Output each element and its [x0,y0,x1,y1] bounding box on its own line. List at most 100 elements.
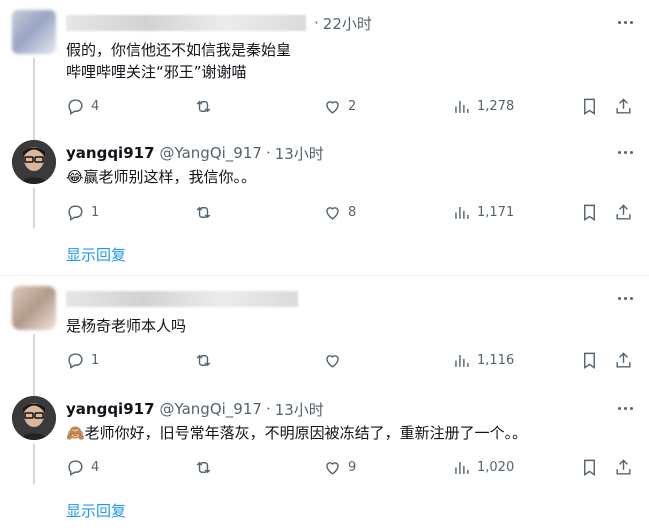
repost-button[interactable] [194,455,219,479]
like-button[interactable]: 8 [323,200,356,224]
separator-dot: · [314,14,319,32]
like-count: 8 [348,204,357,220]
repost-icon [196,206,211,218]
tweet-text: 是杨奇老师本人吗 [66,317,187,335]
tweet-header: yangqi917 @YangQi_917 · 13小时 [66,142,324,164]
tweet-text-line: 假的，你信他还不如信我是秦始皇 [66,41,292,59]
like-button[interactable] [323,348,348,372]
share-icon [616,351,631,368]
more-icon[interactable] [615,398,635,418]
timestamp[interactable]: 22小时 [323,13,372,34]
views-icon [455,206,469,219]
share-icon [616,203,631,220]
reply-count: 4 [91,459,100,475]
tweet-text-line: 哔哩哔哩关注“邪王”谢谢喵 [66,63,247,81]
bookmark-button[interactable] [580,455,599,479]
action-bar: 1 8 1,171 [60,200,640,224]
like-count: 2 [348,98,357,114]
bookmark-icon [584,98,595,115]
tweet-header: yangqi917 @YangQi_917 · 13小时 [66,398,324,420]
views-button[interactable]: 1,020 [452,455,514,479]
like-button[interactable]: 2 [323,94,356,118]
thread-line [33,188,35,228]
action-bar: 1 1,116 [60,348,640,372]
tweet-header: · 22小时 [66,12,372,34]
share-button[interactable] [614,455,633,479]
reply-count: 1 [91,204,100,220]
thread-line [33,444,35,484]
like-icon [326,461,339,475]
separator-dot: · [265,144,271,162]
like-count: 9 [348,459,357,475]
views-button[interactable]: 1,171 [452,200,514,224]
repost-button[interactable] [194,348,219,372]
tweet-text: 😂赢老师别这样，我信你。。 [66,168,257,186]
handle[interactable]: @YangQi_917 [160,400,262,418]
views-count: 1,278 [477,98,515,114]
reply-icon [68,98,83,115]
timestamp[interactable]: 13小时 [275,143,324,164]
repost-button[interactable] [194,94,219,118]
more-icon[interactable] [615,288,635,308]
like-icon [326,354,339,368]
thread-line [33,58,35,140]
repost-icon [196,461,211,473]
avatar[interactable] [12,10,56,54]
more-icon[interactable] [615,142,635,162]
bookmark-icon [584,204,595,221]
tweet-header [66,288,302,310]
views-count: 1,020 [477,459,515,475]
repost-button[interactable] [194,200,219,224]
views-button[interactable]: 1,278 [452,94,514,118]
reply-button[interactable]: 4 [66,94,99,118]
avatar[interactable] [12,286,56,330]
more-icon[interactable] [615,12,635,32]
redacted-name [66,15,306,31]
separator-dot: · [265,400,271,418]
action-bar: 4 2 1,278 [60,94,640,118]
views-icon [455,354,469,367]
views-icon [455,461,469,474]
repost-icon [196,354,211,366]
action-bar: 4 9 1,020 [60,455,640,479]
tweet-reply-1[interactable]: yangqi917 @YangQi_917 · 13小时 😂赢老师别这样，我信你… [0,132,649,237]
tweet-text: 🙈老师你好，旧号常年落灰，不明原因被冻结了，重新注册了一个。。 [66,424,528,442]
like-icon [326,206,339,220]
handle[interactable]: @YangQi_917 [160,144,262,162]
tweet-reply-2[interactable]: yangqi917 @YangQi_917 · 13小时 🙈老师你好，旧号常年落… [0,388,649,493]
views-count: 1,116 [477,352,515,368]
avatar-photo [12,140,56,184]
bookmark-button[interactable] [580,94,599,118]
reply-icon [68,352,83,369]
share-button[interactable] [614,348,633,372]
like-button[interactable]: 9 [323,455,356,479]
reply-count: 1 [91,352,100,368]
show-replies-link[interactable]: 显示回复 [66,244,126,265]
display-name[interactable]: yangqi917 [66,400,155,418]
bookmark-button[interactable] [580,200,599,224]
share-button[interactable] [614,94,633,118]
tweet-parent-2[interactable]: 是杨奇老师本人吗 1 1,116 [0,276,649,398]
timestamp[interactable]: 13小时 [275,399,324,420]
reply-icon [68,204,83,221]
reply-icon [68,459,83,476]
share-button[interactable] [614,200,633,224]
reply-button[interactable]: 4 [66,455,99,479]
tweet-parent-1[interactable]: · 22小时 假的，你信他还不如信我是秦始皇 哔哩哔哩关注“邪王”谢谢喵 4 2… [0,0,649,140]
views-count: 1,171 [477,204,515,220]
views-button[interactable]: 1,116 [452,348,514,372]
bookmark-icon [584,459,595,476]
show-replies-link[interactable]: 显示回复 [66,500,126,521]
display-name[interactable]: yangqi917 [66,144,155,162]
avatar-photo [12,396,56,440]
bookmark-button[interactable] [580,348,599,372]
reply-button[interactable]: 1 [66,348,99,372]
avatar[interactable] [12,396,56,440]
share-icon [616,458,631,475]
repost-icon [196,100,211,112]
avatar[interactable] [12,140,56,184]
bookmark-icon [584,352,595,369]
share-icon [616,97,631,114]
reply-button[interactable]: 1 [66,200,99,224]
redacted-name [66,291,298,307]
